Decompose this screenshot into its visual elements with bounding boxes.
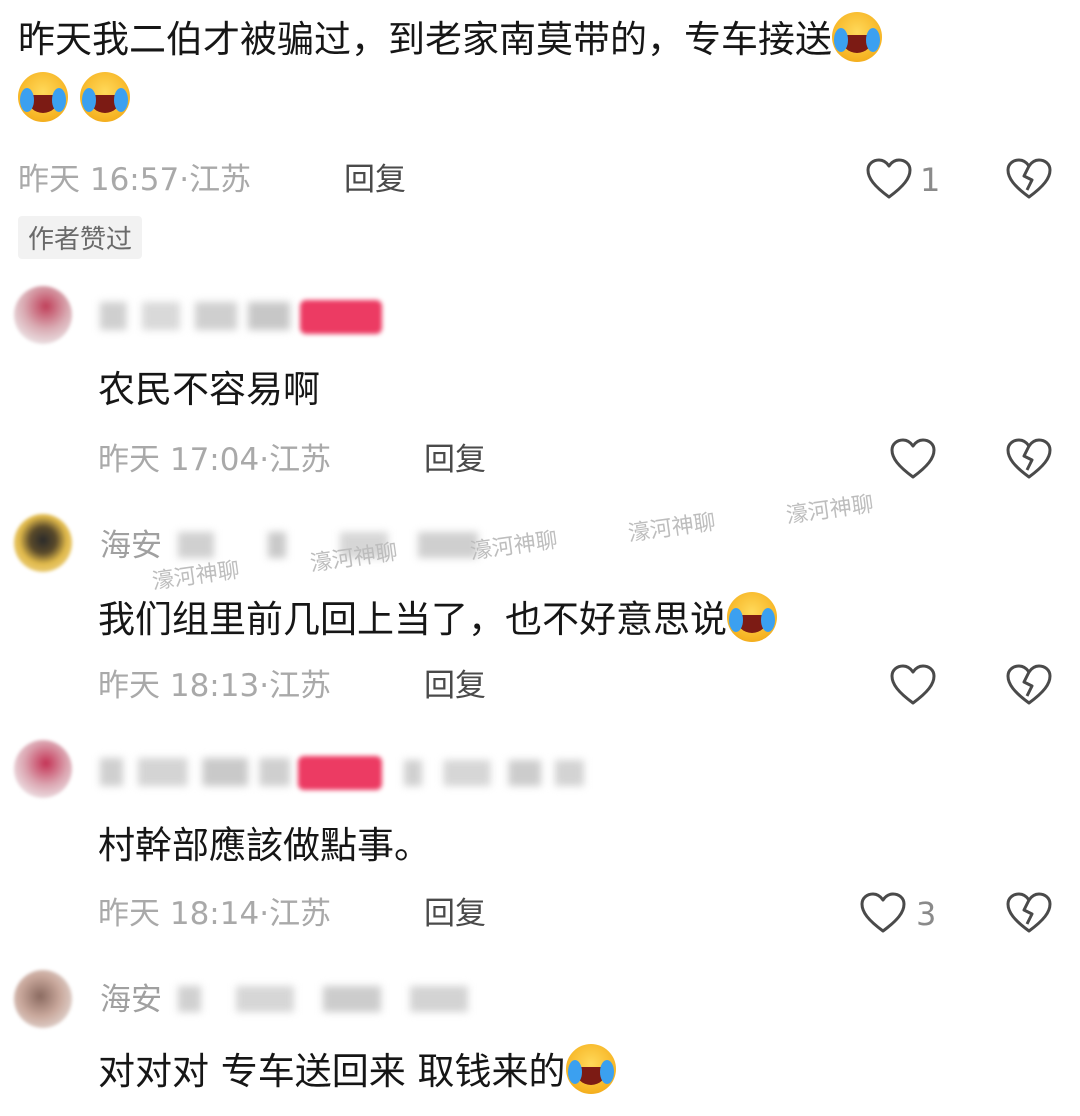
username-blurred[interactable] <box>100 302 290 330</box>
heart-outline-icon <box>890 664 936 705</box>
comment-text: 昨天我二伯才被骗过，到老家南莫带的，专车接送 <box>18 18 832 61</box>
laughing-crying-emoji-icon <box>832 12 882 62</box>
comment-location: 江苏 <box>269 896 332 932</box>
laughing-crying-emoji-icon <box>18 72 68 122</box>
like-count: 1 <box>920 161 941 199</box>
comment-location: 江苏 <box>269 668 332 704</box>
comment-time: 昨天 18:14 <box>98 896 260 932</box>
dislike-button[interactable] <box>1006 664 1052 706</box>
username-blurred <box>178 986 468 1012</box>
dislike-button[interactable] <box>1006 892 1052 934</box>
username-blurred[interactable] <box>100 758 290 786</box>
like-count: 3 <box>916 895 937 933</box>
comment-4-meta: 昨天 18:14·江苏 <box>98 896 332 932</box>
comment-time: 昨天 16:57 <box>18 162 180 198</box>
reply-button[interactable]: 回复 <box>424 894 486 934</box>
like-button[interactable] <box>860 892 906 934</box>
broken-heart-icon <box>1006 892 1052 933</box>
avatar[interactable] <box>14 970 72 1028</box>
reply-button[interactable]: 回复 <box>424 440 486 480</box>
user-tag-badge <box>298 756 382 790</box>
comment-time: 昨天 17:04 <box>98 442 260 478</box>
comment-1-text: 昨天我二伯才被骗过，到老家南莫带的，专车接送 <box>18 12 1068 126</box>
avatar[interactable] <box>14 740 72 798</box>
comment-4-text: 村幹部應該做點事。 <box>98 824 431 867</box>
watermark: 濠河神聊 <box>626 509 718 547</box>
comment-2-meta: 昨天 17:04·江苏 <box>98 442 332 478</box>
reply-target-blurred <box>404 760 584 786</box>
username[interactable]: 海安 <box>100 526 162 566</box>
heart-outline-icon <box>890 438 936 479</box>
comment-location: 江苏 <box>269 442 332 478</box>
comment-text: 对对对 专车送回来 取钱来的 <box>98 1050 566 1093</box>
like-button[interactable] <box>890 438 936 480</box>
laughing-crying-emoji-icon <box>565 1044 616 1094</box>
reply-button[interactable]: 回复 <box>424 666 486 706</box>
comment-3-meta: 昨天 18:13·江苏 <box>98 668 332 704</box>
heart-outline-icon <box>860 892 906 933</box>
comment-text: 我们组里前几回上当了，也不好意思说 <box>98 598 727 641</box>
avatar[interactable] <box>14 514 72 572</box>
username[interactable]: 海安 <box>100 980 162 1020</box>
watermark: 濠河神聊 <box>784 491 876 529</box>
comment-2-text: 农民不容易啊 <box>98 368 320 411</box>
laughing-crying-emoji-icon <box>79 72 130 122</box>
user-tag-badge <box>300 300 382 334</box>
comment-3-text: 我们组里前几回上当了，也不好意思说 <box>98 592 777 646</box>
like-button[interactable] <box>890 664 936 706</box>
comment-5-text: 对对对 专车送回来 取钱来的 <box>98 1044 616 1098</box>
like-button[interactable] <box>866 158 912 200</box>
comment-location: 江苏 <box>189 162 252 198</box>
author-liked-badge: 作者赞过 <box>18 216 143 259</box>
dislike-button[interactable] <box>1006 158 1052 200</box>
heart-outline-icon <box>866 158 912 199</box>
comment-1-meta: 昨天 16:57·江苏 <box>18 162 252 198</box>
laughing-crying-emoji-icon <box>727 592 777 642</box>
watermark: 濠河神聊 <box>468 527 560 565</box>
dislike-button[interactable] <box>1006 438 1052 480</box>
watermark: 濠河神聊 <box>150 557 242 595</box>
reply-button[interactable]: 回复 <box>344 160 406 200</box>
broken-heart-icon <box>1006 664 1052 705</box>
comment-time: 昨天 18:13 <box>98 668 260 704</box>
broken-heart-icon <box>1006 158 1052 199</box>
broken-heart-icon <box>1006 438 1052 479</box>
avatar[interactable] <box>14 286 72 344</box>
